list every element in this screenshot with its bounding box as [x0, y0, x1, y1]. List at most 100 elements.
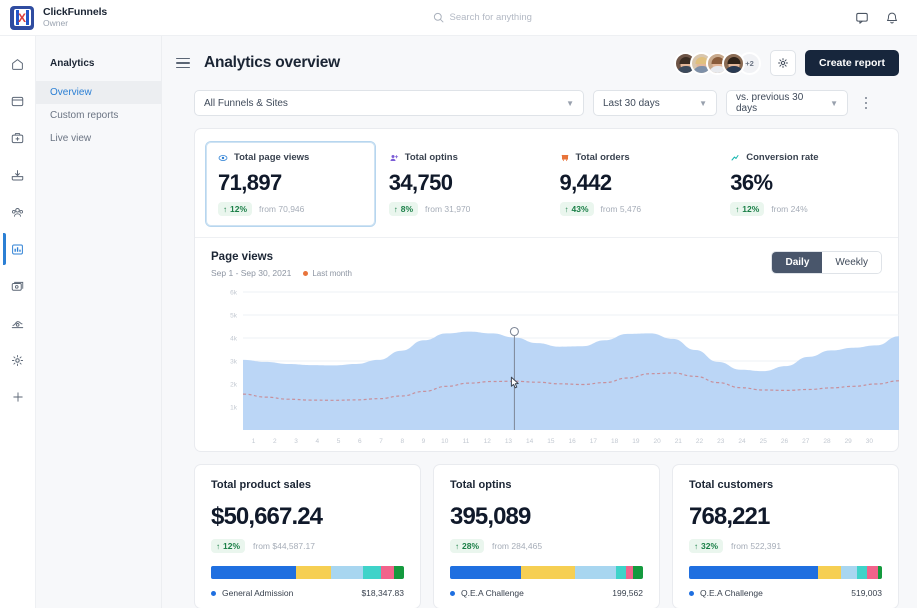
more-options-icon[interactable]: [857, 90, 875, 116]
metric-tile-conversion-rate[interactable]: Conversion rate 36% ↑ 12% from 24%: [717, 141, 888, 227]
gear-icon[interactable]: [770, 50, 796, 76]
bar-segment[interactable]: [331, 566, 364, 579]
avatar[interactable]: [722, 52, 745, 75]
bar-segment[interactable]: [841, 566, 856, 579]
x-tick: 8: [392, 438, 413, 445]
x-tick: 2: [264, 438, 285, 445]
automations-icon[interactable]: [4, 311, 32, 335]
payments-icon[interactable]: [4, 274, 32, 298]
bar-segment[interactable]: [633, 566, 643, 579]
filter-row: All Funnels & Sites ▼ Last 30 days ▼ vs.…: [162, 76, 917, 116]
card-from: from $44,587.17: [253, 541, 315, 551]
bar-segment[interactable]: [450, 566, 521, 579]
card-legend-row: General Admission $18,347.83: [211, 588, 404, 598]
sidebar-item-overview[interactable]: Overview: [36, 81, 161, 104]
x-tick: 12: [477, 438, 498, 445]
date-range-select[interactable]: Last 30 days ▼: [593, 90, 717, 116]
compare-select[interactable]: vs. previous 30 days ▼: [726, 90, 848, 116]
toggle-daily[interactable]: Daily: [772, 252, 822, 273]
inbox-icon[interactable]: [4, 163, 32, 187]
toggle-weekly[interactable]: Weekly: [822, 252, 881, 273]
metric-delta: ↑ 12%: [218, 202, 252, 216]
bar-segment[interactable]: [575, 566, 616, 579]
plus-icon[interactable]: [4, 385, 32, 409]
x-tick: 28: [816, 438, 837, 445]
sidebar-title: Analytics: [36, 58, 161, 81]
bar-segment[interactable]: [626, 566, 634, 579]
bar-segment[interactable]: [689, 566, 818, 579]
x-tick: 13: [498, 438, 519, 445]
chart-section: Page views Sep 1 - Sep 30, 2021 Last mon…: [195, 237, 898, 451]
metric-value: 34,750: [389, 170, 534, 196]
svg-text:2k: 2k: [230, 382, 238, 389]
bar-segment[interactable]: [857, 566, 867, 579]
bar-segment[interactable]: [363, 566, 380, 579]
search-input[interactable]: [450, 12, 630, 23]
funnels-select[interactable]: All Funnels & Sites ▼: [194, 90, 584, 116]
briefcase-icon[interactable]: [4, 126, 32, 150]
bar-segment[interactable]: [381, 566, 395, 579]
metric-delta-value: 12%: [230, 204, 247, 214]
metric-tiles: Total page views 71,897 ↑ 12% from 70,94…: [195, 129, 898, 237]
legend-dot-icon: [450, 591, 455, 596]
bar-segment[interactable]: [394, 566, 404, 579]
bell-icon[interactable]: [885, 11, 899, 25]
create-report-button[interactable]: Create report: [805, 50, 899, 76]
stacked-bar[interactable]: [450, 566, 643, 579]
card-delta: ↑ 28%: [450, 539, 484, 553]
settings-icon[interactable]: [4, 348, 32, 372]
metric-value: 36%: [730, 170, 875, 196]
bar-segment[interactable]: [616, 566, 626, 579]
chevron-down-icon: ▼: [556, 99, 574, 108]
x-tick: 20: [646, 438, 667, 445]
bar-segment[interactable]: [211, 566, 296, 579]
metric-tile-total-optins[interactable]: Total optins 34,750 ↑ 8% from 31,970: [376, 141, 547, 227]
stacked-bar[interactable]: [689, 566, 882, 579]
date-range-value: Last 30 days: [603, 98, 660, 109]
x-tick: 29: [838, 438, 859, 445]
avatar-group[interactable]: +2: [674, 52, 761, 75]
legend-value: 199,562: [612, 588, 643, 598]
bar-segment[interactable]: [878, 566, 882, 579]
metric-delta: ↑ 12%: [730, 202, 764, 216]
card-title: Total customers: [689, 479, 882, 491]
metric-from: from 24%: [771, 204, 807, 214]
window-icon[interactable]: [4, 89, 32, 113]
x-tick: 9: [413, 438, 434, 445]
analytics-sidebar: Analytics Overview Custom reports Live v…: [36, 36, 162, 608]
metric-from: from 5,476: [601, 204, 642, 214]
x-tick: 11: [455, 438, 476, 445]
chart-canvas: 1k2k3k4k5k6k: [211, 286, 901, 436]
sidebar-item-live-view[interactable]: Live view: [36, 127, 161, 150]
bar-segment[interactable]: [867, 566, 879, 579]
home-icon[interactable]: [4, 52, 32, 76]
metric-value: 9,442: [560, 170, 705, 196]
card-delta-value: 32%: [701, 541, 718, 551]
bar-segment[interactable]: [521, 566, 575, 579]
metric-tile-total-orders[interactable]: Total orders 9,442 ↑ 43% from 5,476: [547, 141, 718, 227]
compare-value: vs. previous 30 days: [736, 92, 820, 114]
bar-segment[interactable]: [818, 566, 841, 579]
arrow-up-icon: ↑: [455, 542, 459, 551]
sidebar-item-custom-reports[interactable]: Custom reports: [36, 104, 161, 127]
chat-icon[interactable]: [855, 11, 869, 25]
svg-text:4k: 4k: [230, 336, 238, 343]
card-title: Total product sales: [211, 479, 404, 491]
arrow-up-icon: ↑: [735, 205, 739, 214]
page-views-chart[interactable]: 1k2k3k4k5k6k: [211, 286, 882, 436]
menu-toggle-icon[interactable]: [176, 55, 190, 72]
customers-icon[interactable]: [4, 200, 32, 224]
legend-dot-icon: [689, 591, 694, 596]
brand[interactable]: X ClickFunnels Owner: [0, 6, 240, 30]
analytics-app: X ClickFunnels Owner: [0, 0, 917, 608]
stacked-bar[interactable]: [211, 566, 404, 579]
user-plus-icon: [389, 153, 399, 163]
legend-name: Q.E.A Challenge: [700, 588, 763, 598]
x-tick: 19: [625, 438, 646, 445]
metric-from: from 70,946: [259, 204, 304, 214]
card-value: $50,667.24: [211, 503, 404, 531]
brand-role: Owner: [43, 19, 107, 28]
bar-segment[interactable]: [296, 566, 331, 579]
metric-tile-total-page-views[interactable]: Total page views 71,897 ↑ 12% from 70,94…: [205, 141, 376, 227]
analytics-icon[interactable]: [4, 237, 32, 261]
